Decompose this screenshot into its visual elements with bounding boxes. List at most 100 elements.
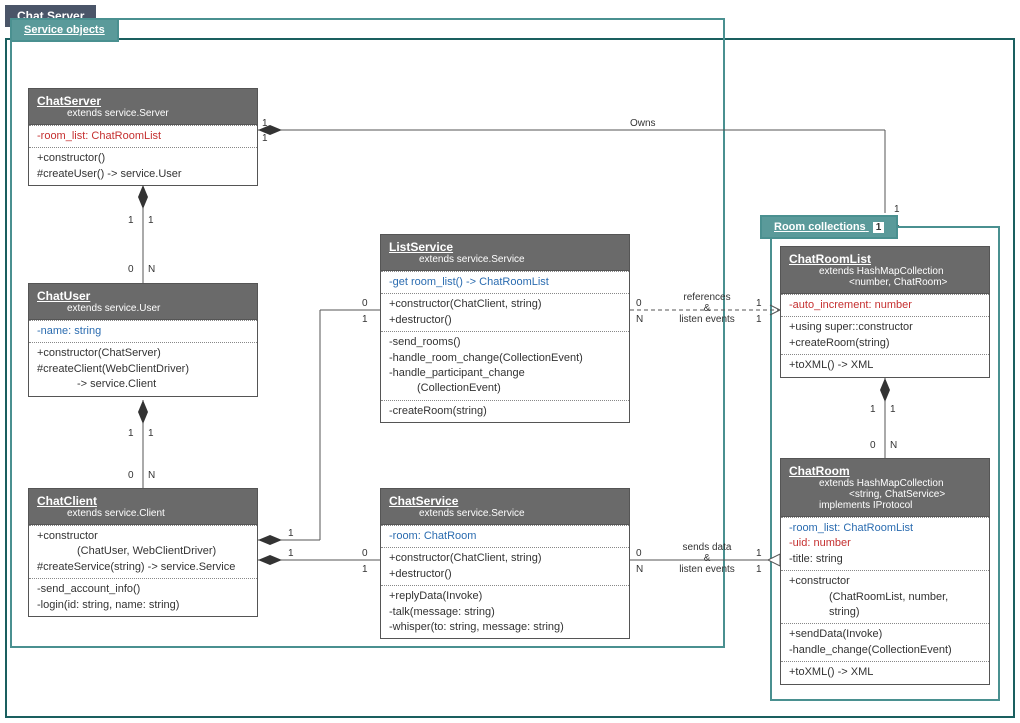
method: +constructor(ChatServer): [37, 346, 249, 361]
method: +replyData(Invoke): [389, 589, 621, 604]
l1: sends data: [672, 542, 742, 553]
attr: -room_list: ChatRoomList: [789, 521, 981, 536]
mult: 1: [262, 118, 268, 129]
method: +constructor(): [37, 151, 249, 166]
class-methods2: +sendData(Invoke) -handle_change(Collect…: [781, 623, 989, 661]
mult: 1: [756, 564, 762, 575]
mult: 1: [756, 314, 762, 325]
mult: N: [636, 314, 643, 325]
package-title-service: Service objects: [10, 18, 119, 42]
method: +createRoom(string): [789, 336, 981, 351]
class-header: ChatRoom extends HashMapCollection <stri…: [781, 459, 989, 517]
class-methods: +constructor(ChatServer) #createClient(W…: [29, 342, 257, 395]
class-name: ListService: [389, 240, 621, 254]
method: -send_rooms(): [389, 335, 621, 350]
class-name: ChatRoom: [789, 464, 981, 478]
class-methods: +constructor (ChatUser, WebClientDriver)…: [29, 525, 257, 578]
method: -send_account_info(): [37, 582, 249, 597]
class-chatroomlist: ChatRoomList extends HashMapCollection <…: [780, 246, 990, 378]
class-chatroom: ChatRoom extends HashMapCollection <stri…: [780, 458, 990, 685]
attr: -name: string: [37, 324, 249, 339]
mult: 1: [362, 314, 368, 325]
method: -handle_room_change(CollectionEvent): [389, 351, 621, 366]
method-cont: (ChatUser, WebClientDriver): [77, 544, 249, 559]
class-extends: extends service.Service: [419, 508, 621, 519]
class-chatservice: ChatService extends service.Service -roo…: [380, 488, 630, 639]
method: -whisper(to: string, message: string): [389, 620, 621, 635]
method: #createService(string) -> service.Servic…: [37, 560, 249, 575]
attr: -title: string: [789, 552, 981, 567]
mult: 1: [148, 428, 154, 439]
l2: &: [672, 553, 742, 564]
rel-owns: Owns: [630, 118, 656, 129]
mult: 1: [262, 133, 268, 144]
class-name: ChatRoomList: [789, 252, 981, 266]
class-attrs: -get room_list() -> ChatRoomList: [381, 271, 629, 293]
mult: 0: [362, 298, 368, 309]
method: -handle_participant_change: [389, 366, 621, 381]
mult: 1: [756, 548, 762, 559]
mult: 0: [636, 548, 642, 559]
class-extends: extends HashMapCollection: [819, 478, 981, 489]
mult: 1: [362, 564, 368, 575]
method-cont: (ChatRoomList, number, string): [829, 590, 981, 621]
method: #createClient(WebClientDriver): [37, 362, 249, 377]
class-attrs: -name: string: [29, 320, 257, 342]
class-chatserver: ChatServer extends service.Server -room_…: [28, 88, 258, 186]
class-extends: extends service.Service: [419, 254, 621, 265]
class-extends: extends service.Client: [67, 508, 249, 519]
mult: 1: [756, 298, 762, 309]
mult: N: [148, 470, 155, 481]
mult: 1: [128, 428, 134, 439]
class-implements: implements IProtocol: [819, 500, 981, 511]
mult: 1: [894, 204, 900, 215]
class-chatclient: ChatClient extends service.Client +const…: [28, 488, 258, 617]
method: -login(id: string, name: string): [37, 598, 249, 613]
mult: N: [890, 440, 897, 451]
class-methods2: -send_account_info() -login(id: string, …: [29, 578, 257, 616]
class-methods: +constructor(ChatClient, string) +destru…: [381, 293, 629, 331]
class-methods: +constructor() #createUser() -> service.…: [29, 147, 257, 185]
rel-sends: sends data & listen events: [672, 542, 742, 575]
class-header: ChatClient extends service.Client: [29, 489, 257, 525]
l3: listen events: [672, 564, 742, 575]
room-badge: 1: [873, 222, 885, 233]
mult: 1: [288, 548, 294, 559]
class-generic: <number, ChatRoom>: [849, 277, 981, 288]
class-attrs: -room_list: ChatRoomList: [29, 125, 257, 147]
method: +constructor: [789, 574, 981, 589]
class-extends: extends service.Server: [67, 108, 249, 119]
mult: 1: [870, 404, 876, 415]
class-methods: +constructor(ChatClient, string) +destru…: [381, 547, 629, 585]
attr: -get room_list() -> ChatRoomList: [389, 275, 621, 290]
method: -createRoom(string): [389, 404, 621, 419]
mult: 0: [870, 440, 876, 451]
attr: -auto_increment: number: [789, 298, 981, 313]
class-header: ListService extends service.Service: [381, 235, 629, 271]
mult: 1: [148, 215, 154, 226]
rel-refs: references & listen events: [672, 292, 742, 325]
l1: references: [672, 292, 742, 303]
method: +using super::constructor: [789, 320, 981, 335]
class-generic: <string, ChatService>: [849, 489, 981, 500]
method: +sendData(Invoke): [789, 627, 981, 642]
class-methods3: +toXML() -> XML: [781, 661, 989, 683]
class-methods2: -send_rooms() -handle_room_change(Collec…: [381, 331, 629, 400]
class-methods: +constructor (ChatRoomList, number, stri…: [781, 570, 989, 623]
class-attrs: -room_list: ChatRoomList -uid: number -t…: [781, 517, 989, 570]
mult: N: [148, 264, 155, 275]
method: +destructor(): [389, 567, 621, 582]
mult: 0: [128, 470, 134, 481]
mult: 1: [890, 404, 896, 415]
class-header: ChatService extends service.Service: [381, 489, 629, 525]
method: +constructor: [37, 529, 249, 544]
class-attrs: -auto_increment: number: [781, 294, 989, 316]
attr: -room_list: ChatRoomList: [37, 129, 249, 144]
class-methods3: -createRoom(string): [381, 400, 629, 422]
method-cont: -> service.Client: [77, 377, 249, 392]
class-name: ChatUser: [37, 289, 249, 303]
class-name: ChatService: [389, 494, 621, 508]
method: +toXML() -> XML: [789, 665, 981, 680]
class-listservice: ListService extends service.Service -get…: [380, 234, 630, 423]
method: +constructor(ChatClient, string): [389, 297, 621, 312]
